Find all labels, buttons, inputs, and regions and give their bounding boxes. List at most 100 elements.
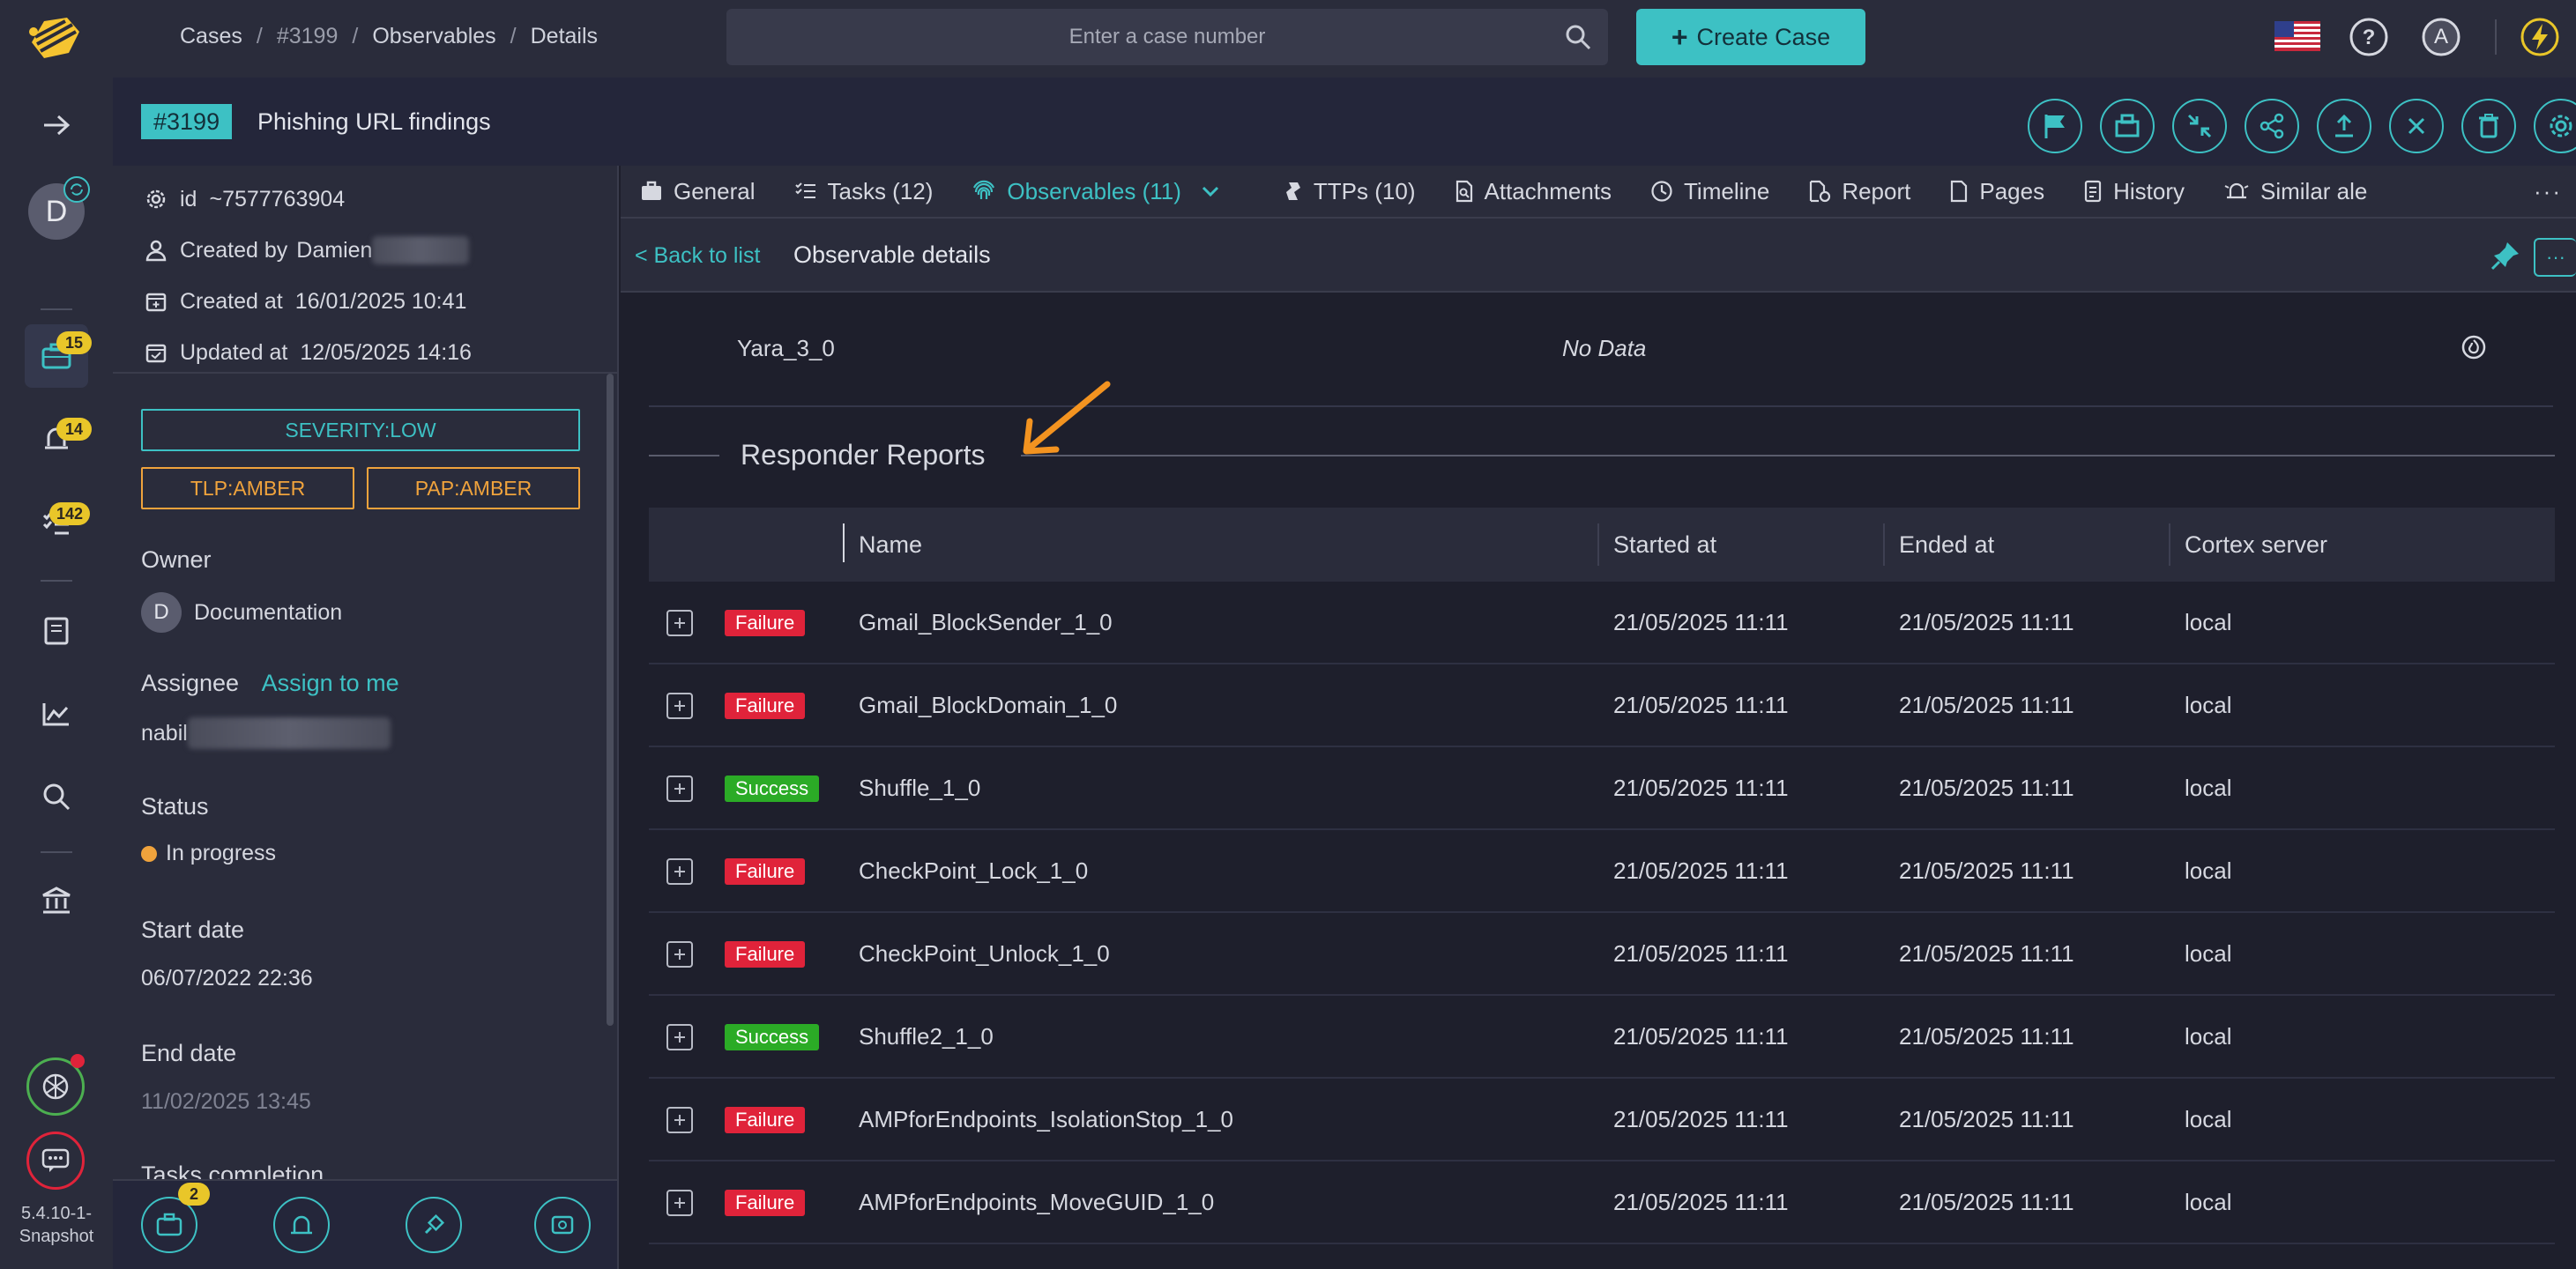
pap-tag[interactable]: PAP:AMBER bbox=[367, 467, 580, 509]
tab-general[interactable]: General bbox=[621, 166, 775, 217]
analyzer-report-row[interactable]: Yara_3_0 No Data bbox=[649, 293, 2553, 407]
case-settings-button[interactable] bbox=[2534, 99, 2576, 153]
run-analyzer-icon[interactable] bbox=[2460, 333, 2488, 361]
created-at-label: Created at bbox=[180, 288, 283, 314]
pin-icon[interactable] bbox=[2490, 240, 2521, 271]
table-row[interactable]: Failure CheckPoint_Unlock_1_0 21/05/2025 1… bbox=[649, 913, 2555, 996]
breadcrumb-cases[interactable]: Cases bbox=[180, 24, 242, 49]
column-name[interactable]: Name bbox=[859, 508, 922, 582]
table-header: Name Started at Ended at Cortex server bbox=[649, 508, 2555, 582]
observable-details-title: Observable details bbox=[793, 241, 991, 268]
table-row[interactable]: Success Shuffle2_1_0 21/05/2025 11:11 21/05… bbox=[649, 996, 2555, 1079]
breadcrumb-observables[interactable]: Observables bbox=[372, 24, 495, 49]
tab-observables[interactable]: Observables (11) bbox=[952, 166, 1240, 217]
flag-case-button[interactable] bbox=[2028, 99, 2082, 153]
nav-dashboards[interactable] bbox=[25, 682, 88, 746]
tlp-tag[interactable]: TLP:AMBER bbox=[141, 467, 354, 509]
side-panel-scrollbar[interactable] bbox=[607, 374, 614, 1026]
expand-row-icon[interactable] bbox=[666, 1024, 693, 1050]
expand-row-icon[interactable] bbox=[666, 776, 693, 802]
table-row[interactable]: Failure CheckPoint_Lock_1_0 21/05/2025 11:… bbox=[649, 830, 2555, 913]
thehive-logo-icon[interactable] bbox=[25, 12, 86, 65]
footer-settings-button[interactable] bbox=[534, 1197, 591, 1253]
responder-name: Gmail_BlockSender_1_0 bbox=[859, 608, 1113, 635]
status-value-row[interactable]: In progress bbox=[141, 841, 276, 866]
delete-case-button[interactable] bbox=[2461, 99, 2516, 153]
table-row[interactable]: Success Shuffle_1_0 21/05/2025 11:11 21/05/… bbox=[649, 747, 2555, 830]
expand-row-icon[interactable] bbox=[666, 693, 693, 719]
tab-attachments-label: Attachments bbox=[1484, 177, 1612, 204]
create-case-button[interactable]: + Create Case bbox=[1636, 9, 1865, 65]
tab-timeline[interactable]: Timeline bbox=[1631, 166, 1789, 217]
lightning-icon[interactable] bbox=[2520, 17, 2560, 57]
tab-history-label: History bbox=[2113, 177, 2185, 204]
expand-row-icon[interactable] bbox=[666, 1107, 693, 1133]
back-to-list-link[interactable]: < Back to list bbox=[635, 243, 760, 269]
close-case-button[interactable] bbox=[2389, 99, 2444, 153]
expand-row-icon[interactable] bbox=[666, 941, 693, 968]
tab-pages[interactable]: Pages bbox=[1930, 166, 2064, 217]
responder-icon bbox=[2115, 114, 2140, 137]
breadcrumb-case-number[interactable]: #3199 bbox=[277, 24, 339, 49]
tab-similar-alerts-label: Similar ale bbox=[2260, 177, 2368, 204]
close-icon bbox=[2408, 117, 2425, 135]
table-row[interactable]: Failure Gmail_BlockSender_1_0 21/05/2025 1… bbox=[649, 582, 2555, 664]
merge-case-button[interactable] bbox=[2172, 99, 2227, 153]
tab-report[interactable]: Report bbox=[1789, 166, 1930, 217]
severity-tag[interactable]: SEVERITY:LOW bbox=[141, 409, 580, 451]
created-at-row: Created at 16/01/2025 10:41 bbox=[145, 284, 466, 319]
table-row[interactable]: Failure Gmail_BlockDomain_1_0 21/05/2025 1… bbox=[649, 664, 2555, 747]
case-header: #3199 Phishing URL findings bbox=[113, 78, 2576, 166]
chat-icon[interactable] bbox=[26, 1132, 85, 1190]
status-badge: Success bbox=[725, 776, 820, 802]
tab-history[interactable]: History bbox=[2064, 166, 2204, 217]
nav-organisation[interactable] bbox=[25, 869, 88, 932]
status-badge: Failure bbox=[725, 610, 806, 636]
column-ended-at[interactable]: Ended at bbox=[1899, 508, 1994, 582]
search-icon[interactable] bbox=[1564, 23, 1592, 51]
tasks-count-badge: 142 bbox=[49, 502, 91, 525]
assignee-value-row[interactable]: nabil bbox=[141, 717, 391, 749]
redacted-assignee bbox=[187, 717, 391, 749]
more-tabs-icon[interactable]: ··· bbox=[2534, 178, 2562, 205]
assign-to-me-link[interactable]: Assign to me bbox=[262, 670, 399, 696]
status-badge: Success bbox=[725, 1024, 820, 1050]
tab-general-label: General bbox=[674, 177, 756, 204]
expand-arrow-icon[interactable] bbox=[25, 93, 88, 157]
tab-attachments[interactable]: Attachments bbox=[1435, 166, 1632, 217]
similar-alerts-icon bbox=[2224, 182, 2249, 199]
observable-more-button[interactable]: ··· bbox=[2534, 238, 2576, 277]
table-row[interactable]: Failure AMPforEndpoints_MoveGUID_1_0 21/05… bbox=[649, 1161, 2555, 1244]
ended-at: 21/05/2025 11:11 bbox=[1899, 1022, 2074, 1050]
page-icon bbox=[1951, 180, 1968, 203]
expand-row-icon[interactable] bbox=[666, 1190, 693, 1216]
us-flag-icon[interactable] bbox=[2274, 21, 2320, 51]
cortex-server: local bbox=[2185, 608, 2232, 635]
cortex-server: local bbox=[2185, 1188, 2232, 1215]
nav-search[interactable] bbox=[25, 765, 88, 828]
responder-name: CheckPoint_Lock_1_0 bbox=[859, 857, 1089, 884]
user-avatar-icon[interactable]: A bbox=[2421, 17, 2461, 57]
help-icon[interactable]: ? bbox=[2349, 17, 2389, 57]
responder-reports-table: Name Started at Ended at Cortex server F… bbox=[649, 508, 2555, 1244]
switch-org-icon[interactable] bbox=[63, 176, 90, 203]
tab-ttps[interactable]: TTPs (10) bbox=[1264, 166, 1435, 217]
nav-knowledge-base[interactable] bbox=[25, 599, 88, 663]
column-cortex-server[interactable]: Cortex server bbox=[2185, 508, 2327, 582]
tab-similar-alerts[interactable]: Similar ale bbox=[2204, 166, 2386, 217]
footer-link-button[interactable] bbox=[406, 1197, 462, 1253]
run-responders-button[interactable] bbox=[2100, 99, 2155, 153]
export-case-button[interactable] bbox=[2317, 99, 2371, 153]
owner-value-row[interactable]: D Documentation bbox=[141, 592, 342, 633]
start-date-value[interactable]: 06/07/2022 22:36 bbox=[141, 966, 313, 991]
case-search-input[interactable] bbox=[726, 9, 1608, 65]
flag-icon bbox=[2044, 115, 2065, 138]
share-case-button[interactable] bbox=[2245, 99, 2299, 153]
left-navigation: D 15 14 142 5.4.10-1-Snapshot bbox=[0, 78, 113, 1269]
expand-row-icon[interactable] bbox=[666, 610, 693, 636]
table-row[interactable]: Failure AMPforEndpoints_IsolationStop_1_0… bbox=[649, 1079, 2555, 1161]
expand-row-icon[interactable] bbox=[666, 858, 693, 885]
column-started-at[interactable]: Started at bbox=[1613, 508, 1716, 582]
tab-tasks[interactable]: Tasks (12) bbox=[775, 166, 953, 217]
footer-alerts-button[interactable] bbox=[273, 1197, 330, 1253]
